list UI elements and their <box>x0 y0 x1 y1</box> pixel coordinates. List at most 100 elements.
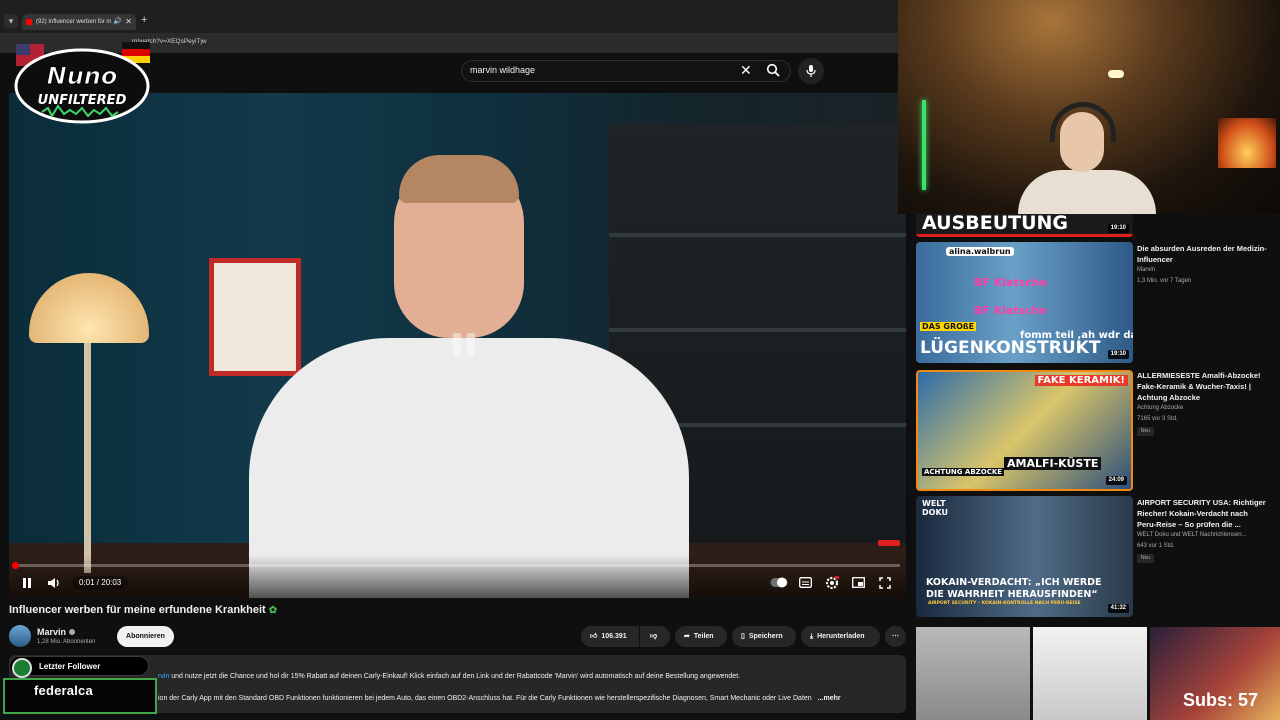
channel-name-text[interactable]: Marvin <box>37 627 66 637</box>
fullscreen-icon[interactable] <box>879 577 891 589</box>
subscribe-button[interactable]: Abonnieren <box>117 626 174 647</box>
video-duration: 19:10 <box>1107 350 1129 359</box>
share-label: Teilen <box>693 633 714 640</box>
recommendation-channel[interactable]: Marvin <box>1137 267 1155 273</box>
recommendation-thumbnail[interactable]: FAKE KERAMIK! ACHTUNG ABZOCKE AMALFI-KÜS… <box>916 370 1133 491</box>
share-icon: ➦ <box>684 633 690 640</box>
screen: ▾ (92) Influencer werben für m 🔊 ✕ + m/w… <box>0 0 1280 720</box>
new-badge: Neu <box>1137 427 1154 436</box>
plus-icon[interactable]: + <box>141 14 147 26</box>
tab-dropdown-icon[interactable]: ▾ <box>4 14 18 28</box>
description-line1-text: und nutze jetzt die Chance und hol dir 1… <box>169 673 741 680</box>
logo-line1: Nuno <box>47 62 118 90</box>
recommendation-meta: 1,3 Mio. vor 7 Tagen <box>1137 278 1192 284</box>
like-icon: 👍︎ <box>590 633 598 640</box>
search-icon[interactable] <box>766 63 780 77</box>
recommendation-meta: 7165 vor 3 Std. <box>1137 416 1178 422</box>
thumbnail-text: AUSBEUTUNG <box>922 214 1069 234</box>
download-label: Herunterladen <box>817 633 865 640</box>
recommendation-thumbnail[interactable] <box>1033 627 1147 720</box>
recommendation-thumbnail[interactable]: AUSBEUTUNG 19:10 <box>916 214 1133 237</box>
thumbnail-text: BF Klatsche <box>974 276 1048 289</box>
thumbnail-text: DOKU <box>922 508 948 517</box>
video-title-text: Influencer werben für meine erfundene Kr… <box>9 604 266 616</box>
webcam-fireplace <box>1218 118 1276 168</box>
thumbnail-text: ACHTUNG ABZOCKE <box>922 468 1005 476</box>
webcam-green-light <box>922 100 926 190</box>
volume-icon[interactable] <box>47 577 61 589</box>
save-button[interactable]: ▯ Speichern <box>732 626 796 647</box>
video-scene-person-hair <box>399 155 519 203</box>
verified-icon <box>69 629 76 635</box>
thumbnail-text: FAKE KERAMIK! <box>1034 375 1128 386</box>
virus-emoji-icon: ✿ <box>268 605 278 616</box>
share-button[interactable]: ➦ Teilen <box>675 626 727 647</box>
new-badge: Neu <box>1137 554 1154 563</box>
recommendation-title[interactable]: ALLERMIESESTE Amalfi-Abzocke! Fake-Keram… <box>1137 370 1267 403</box>
thumbnail-text: KOKAIN-VERDACHT: „ICH WERDE <box>926 577 1102 588</box>
thumbnail-text: BF Klatsche <box>974 304 1048 317</box>
browser-tab[interactable]: (92) Influencer werben für m 🔊 ✕ <box>22 14 136 30</box>
video-player[interactable] <box>9 93 906 598</box>
download-button[interactable]: ⤓ Herunterladen <box>801 626 880 647</box>
description-line2-text: ion der Carly App mit den Standard OBD F… <box>158 695 812 702</box>
video-duration: 24:09 <box>1105 476 1127 485</box>
mic-icon <box>806 65 816 77</box>
logo-line2: UNFILTERED <box>38 93 127 108</box>
voice-search-button[interactable] <box>798 58 824 84</box>
subscriber-count: 1,28 Mio. Abonnenten <box>37 639 96 645</box>
recommendation-meta: 643 vor 1 Std. <box>1137 543 1175 549</box>
follower-label: Letzter Follower <box>39 662 101 671</box>
more-icon: ⋯ <box>892 633 899 640</box>
follower-user-icon <box>12 658 32 678</box>
time-display: 0:01 / 20:03 <box>72 576 129 590</box>
recommendation-title[interactable]: AIRPORT SECURITY USA: Richtiger Riecher!… <box>1137 497 1267 530</box>
progress-bar[interactable] <box>14 564 900 567</box>
follower-name: federalca <box>34 683 93 698</box>
description-link[interactable]: rvin <box>158 673 169 680</box>
search-query[interactable]: marvin wildhage <box>470 65 535 75</box>
save-icon: ▯ <box>741 633 745 640</box>
like-button[interactable]: 👍︎ 106.391 <box>581 626 639 647</box>
thumbnail-red-stripe <box>916 234 1133 237</box>
clear-search-icon[interactable]: ✕ <box>740 62 752 79</box>
autoplay-toggle-icon[interactable] <box>770 577 788 588</box>
nuno-unfiltered-logo: Nuno UNFILTERED <box>14 42 150 124</box>
subtitles-icon[interactable] <box>799 577 812 588</box>
progress-scrubber[interactable] <box>12 562 19 569</box>
video-scene-shelf-board <box>609 233 906 237</box>
close-icon[interactable]: ✕ <box>125 14 132 30</box>
video-duration: 41:32 <box>1107 604 1129 613</box>
thumbnail-text: alina.walbrun <box>946 247 1014 256</box>
thumbnail-text: WELT <box>922 499 946 508</box>
dislike-button[interactable]: 👎︎ <box>640 626 670 647</box>
video-scene-shelf-board <box>609 328 906 332</box>
webcam-lamp <box>1108 70 1124 78</box>
like-count: 106.391 <box>601 633 627 640</box>
youtube-favicon-icon <box>26 19 32 25</box>
dislike-icon: 👎︎ <box>650 633 658 640</box>
description-line1: rvin und nutze jetzt die Chance und hol … <box>158 673 740 680</box>
miniplayer-icon[interactable] <box>852 577 865 588</box>
description-more-link[interactable]: ...mehr <box>818 695 841 702</box>
video-scene-frame <box>209 258 301 376</box>
save-label: Speichern <box>748 633 783 640</box>
thumbnail-text: DAS GROßE <box>920 322 977 331</box>
recommendation-title[interactable]: Die absurden Ausreden der Medizin-Influe… <box>1137 243 1267 265</box>
recommendation-channel[interactable]: Achtung Abzocke <box>1137 405 1183 411</box>
recommendation-thumbnail[interactable] <box>916 627 1030 720</box>
recommendation-thumbnail[interactable]: alina.walbrun BF Klatsche BF Klatsche fo… <box>916 242 1133 363</box>
recommendation-thumbnail[interactable]: WELT DOKU KOKAIN-VERDACHT: „ICH WERDE DI… <box>916 496 1133 617</box>
recommendation-channel[interactable]: WELT Doku und WELT Nachrichtensen... <box>1137 532 1247 538</box>
pause-icon[interactable] <box>21 577 33 589</box>
video-scene-lamp-pole <box>84 343 91 573</box>
settings-icon[interactable] <box>825 576 839 590</box>
more-actions-button[interactable]: ⋯ <box>885 626 906 647</box>
channel-name[interactable]: Marvin <box>37 627 76 637</box>
channel-avatar[interactable] <box>9 625 31 647</box>
thumbnail-text: AMALFI-KÜSTE <box>1004 457 1102 470</box>
mute-icon[interactable]: 🔊 <box>113 14 122 30</box>
live-badge <box>878 540 900 546</box>
thumbnail-text: AIRPORT SECURITY – KOKAIN-KONTROLLE NACH… <box>928 601 1081 606</box>
thumbnail-text: LÜGENKONSTRUKT <box>920 338 1101 358</box>
